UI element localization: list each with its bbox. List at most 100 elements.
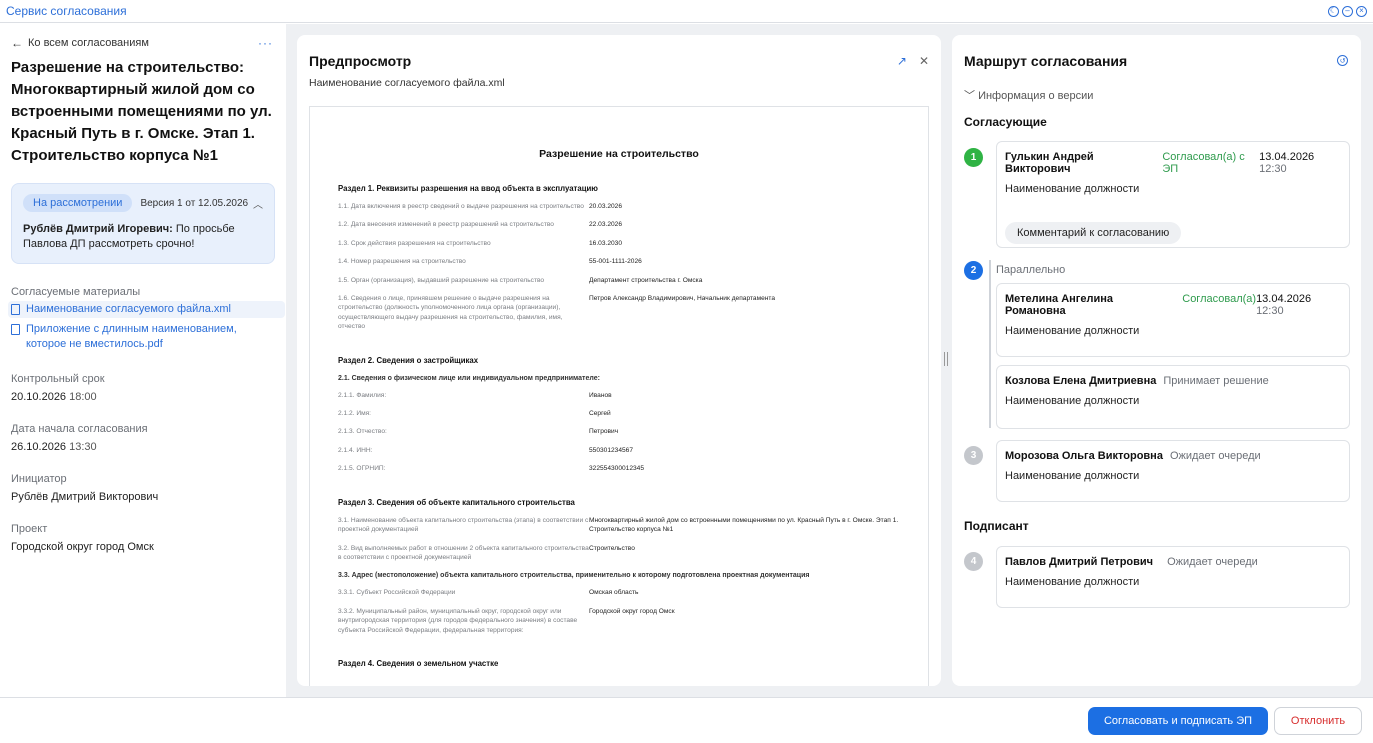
preview-file-name: Наименование согласуемого файла.xml [309,77,505,89]
doc-row-value: 22.03.2026 [589,221,623,229]
external-link-icon[interactable]: ↗ [897,54,907,68]
route-title: Маршрут согласования [964,53,1128,69]
preview-title: Предпросмотр [309,53,412,69]
version-label: Версия 1 от 12.05.2026 [140,197,249,209]
history-icon[interactable]: ↺ [1337,55,1348,66]
arrow-left-icon: ← [11,36,23,50]
approval-datetime: 13.04.2026 12:30 [1259,151,1341,175]
doc-row-value: 550301234567 [589,446,634,454]
app-title[interactable]: Сервис согласования [6,4,127,18]
back-link-label: Ко всем согласованиям [28,37,149,49]
doc-row-key: 1.2. Дата внесения изменений в реестр ра… [338,221,554,229]
signer-card[interactable]: Павлов Дмитрий Петрович Ожидает очереди … [996,546,1350,608]
version-info-toggle[interactable]: ﹀ Информация о версии [964,87,1093,103]
left-panel: ← Ко всем согласованиям ··· Разрешение н… [0,24,286,697]
approver-status: Согласовал(а) с ЭП [1162,151,1245,175]
field-value: Рублёв Дмитрий Викторович [11,491,159,503]
doc-row-key: 3.3.2. Муниципальный район, муниципальны… [338,607,578,634]
doc-row-key: 1.6. Сведения о лице, принявшем решение … [338,295,563,331]
doc-row-key: 1.3. Срок действия разрешения на строите… [338,239,491,247]
doc-row-key: 1.1. Дата включения в реестр сведений о … [338,203,584,210]
signer-status: Ожидает очереди [1167,556,1258,568]
app-header: Сервис согласования ☾ – × [0,0,1373,23]
doc-row-key: 2.1.5. ОГРНИП: [338,465,386,473]
document-viewer[interactable]: Разрешение на строительство Раздел 1. Ре… [309,106,929,686]
doc-row-value: Петров Александр Владимирович, Начальник… [589,295,776,303]
doc-row-value: Иванов [589,391,612,399]
comment-author: Рублёв Дмитрий Игоревич: [23,223,173,235]
approver-card[interactable]: Козлова Елена Дмитриевна Принимает решен… [996,365,1350,429]
approver-card[interactable]: Метелина Ангелина Романовна Согласовал(а… [996,283,1350,357]
doc-row-value: 16.03.2030 [589,239,623,247]
step-number: 3 [964,446,983,465]
approve-sign-button[interactable]: Согласовать и подписать ЭП [1088,707,1268,735]
chevron-down-icon: ﹀ [964,90,975,102]
reject-button[interactable]: Отклонить [1274,707,1362,735]
doc-row: 1.6. Сведения о лице, принявшем решение … [338,294,900,332]
doc-row: 2.1.2. Имя: Сергей [338,409,900,418]
step-number: 4 [964,552,983,571]
approver-name: Козлова Елена Дмитриевна [1005,375,1157,387]
doc-row-key: 3.1. Наименование объекта капитального с… [338,516,589,534]
window-controls: ☾ – × [1328,5,1367,17]
doc-row-value: Строительство [589,544,635,552]
doc-row-value: Омская область [589,589,639,597]
field-initiator: Инициатор Рублёв Дмитрий Викторович [11,473,275,503]
doc-row-value: Департамент строительства г. Омска [589,276,703,284]
approver-status: Принимает решение [1163,375,1269,387]
approver-card[interactable]: Морозова Ольга Викторовна Ожидает очеред… [996,440,1350,502]
chevron-up-icon[interactable]: ︿ [253,196,263,211]
doc-subsection-title: 2.1. Сведения о физическом лице или инди… [338,374,600,382]
doc-section-title: Раздел 3. Сведения об объекте капитально… [338,497,575,507]
doc-title: Разрешение на строительство [539,148,699,160]
file-name: Наименование согласуемого файла.xml [26,303,231,315]
approver-position: Наименование должности [1005,470,1140,482]
doc-row: 2.1.3. Отчество: Петрович [338,427,900,436]
doc-row: 3.3.1. Субъект Российской Федерации Омска… [338,588,900,597]
parallel-connector [989,260,991,428]
comment-chip[interactable]: Комментарий к согласованию [1005,222,1182,244]
status-badge: На рассмотрении [23,194,133,212]
approver-position: Наименование должности [1005,395,1140,407]
file-icon [11,324,20,335]
more-icon[interactable]: ··· [258,36,273,50]
file-name: Приложение с длинным наименованием, кото… [26,323,237,350]
field-label: Дата начала согласования [11,423,148,435]
approver-status: Согласовал(а) [1182,293,1257,305]
doc-section-title: Раздел 2. Сведения о застройщиках [338,355,479,365]
doc-row-key: 1.4. Номер разрешения на строительство [338,258,466,266]
doc-row-key: 2.1.3. Отчество: [338,428,387,436]
doc-row-key: 3.2. Вид выполняемых работ в отношении 2… [338,544,589,561]
approval-datetime: 13.04.2026 12:30 [1256,293,1341,317]
materials-label: Согласуемые материалы [11,286,141,298]
signer-position: Наименование должности [1005,576,1140,588]
doc-row-key: 2.1.4. ИНН: [338,446,373,454]
file-link[interactable]: Приложение с длинным наименованием, кото… [11,321,275,353]
close-icon[interactable]: × [1356,5,1367,17]
approver-name: Гулькин Андрей Викторович [1005,151,1094,175]
doc-row-value: 55-001-1111-2026 [589,258,642,266]
approval-time: 12:30 [1256,305,1284,317]
doc-section-title: Раздел 1. Реквизиты разрешения на ввод о… [338,184,598,193]
close-icon[interactable]: ✕ [919,54,929,68]
approver-card[interactable]: Гулькин Андрей Викторович Согласовал(а) … [996,141,1350,248]
doc-row: 1.4. Номер разрешения на строительство 55… [338,257,900,266]
approver-status: Ожидает очереди [1169,450,1261,462]
doc-row-key: 3.3.1. Субъект Российской Федерации [338,589,456,597]
doc-row-value: Петрович [589,428,619,436]
file-link[interactable]: Наименование согласуемого файла.xml [8,301,285,318]
approval-date: 13.04.2026 [1256,293,1312,305]
approver-name: Метелина Ангелина Романовна [1005,293,1114,317]
minimize-icon[interactable]: – [1342,5,1353,17]
step-number: 2 [964,261,983,280]
approver-position: Наименование должности [1005,183,1140,195]
field-value: Городской округ город Омск [11,541,154,553]
doc-row-value: 20.03.2026 [589,203,623,210]
theme-icon[interactable]: ☾ [1328,5,1339,17]
doc-row-value: Городской округ город Омск [589,607,675,615]
step-number: 1 [964,148,983,167]
approvers-heading: Согласующие [964,115,1047,129]
back-link[interactable]: ← Ко всем согласованиям ··· [11,36,275,50]
resize-handle[interactable] [944,352,948,366]
doc-section-title: Раздел 4. Сведения о земельном участке [338,658,499,668]
